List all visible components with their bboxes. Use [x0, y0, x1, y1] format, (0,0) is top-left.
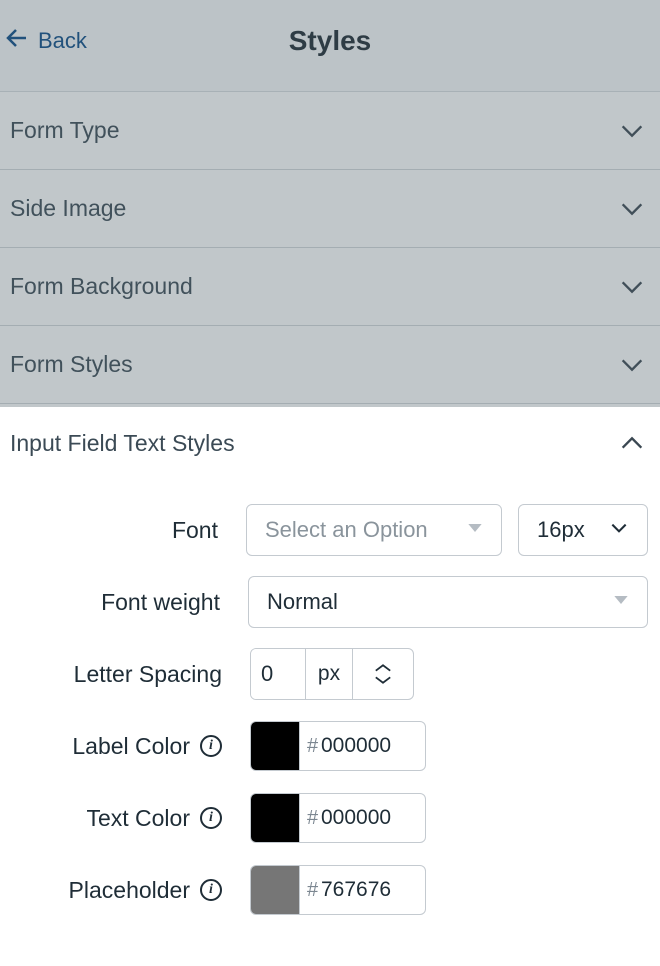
- accordion-label: Side Image: [10, 195, 126, 222]
- chevron-down-icon: [374, 675, 392, 685]
- chevron-up-icon: [618, 429, 646, 457]
- label-color-field: #: [250, 721, 426, 771]
- label-color-label: Label Color: [72, 733, 190, 760]
- row-placeholder: Placeholder i #: [0, 854, 648, 926]
- font-weight-select[interactable]: Normal: [248, 576, 648, 628]
- row-font: Font Select an Option 16px: [0, 494, 648, 566]
- arrow-left-icon: [4, 26, 28, 56]
- row-text-color: Text Color i #: [0, 782, 648, 854]
- unit-label: px: [305, 649, 353, 699]
- color-swatch[interactable]: [251, 866, 299, 914]
- caret-down-icon: [467, 520, 483, 541]
- accordion-form-styles[interactable]: Form Styles: [0, 326, 660, 404]
- hash-prefix: #: [299, 866, 319, 914]
- row-letter-spacing: Letter Spacing px: [0, 638, 648, 710]
- back-label: Back: [38, 28, 87, 54]
- font-weight-label: Font weight: [101, 589, 220, 616]
- chevron-down-icon: [618, 351, 646, 379]
- letter-spacing-label: Letter Spacing: [74, 661, 222, 688]
- chevron-down-icon: [618, 273, 646, 301]
- panel-header: Back Styles: [0, 0, 660, 92]
- hash-prefix: #: [299, 794, 319, 842]
- row-label-color: Label Color i #: [0, 710, 648, 782]
- letter-spacing-stepper: px: [250, 648, 414, 700]
- font-size-select[interactable]: 16px: [518, 504, 648, 556]
- accordion-side-image[interactable]: Side Image: [0, 170, 660, 248]
- font-family-select[interactable]: Select an Option: [246, 504, 502, 556]
- hash-prefix: #: [299, 722, 319, 770]
- info-icon[interactable]: i: [200, 807, 222, 829]
- accordion-label: Form Type: [10, 117, 120, 144]
- accordion-label: Form Styles: [10, 351, 133, 378]
- accordion-input-field-text-styles[interactable]: Input Field Text Styles: [0, 404, 660, 482]
- info-icon[interactable]: i: [200, 735, 222, 757]
- font-weight-value: Normal: [267, 589, 338, 615]
- caret-down-icon: [613, 592, 629, 613]
- accordion-form-type[interactable]: Form Type: [0, 92, 660, 170]
- info-icon[interactable]: i: [200, 879, 222, 901]
- chevron-down-icon: [609, 518, 629, 543]
- row-font-weight: Font weight Normal: [0, 566, 648, 638]
- accordion-label: Input Field Text Styles: [10, 430, 235, 457]
- text-color-hex-input[interactable]: [319, 794, 419, 842]
- back-button[interactable]: Back: [4, 26, 87, 56]
- select-placeholder: Select an Option: [265, 517, 428, 543]
- color-swatch[interactable]: [251, 722, 299, 770]
- chevron-down-icon: [618, 117, 646, 145]
- chevron-up-icon: [374, 663, 392, 673]
- placeholder-label: Placeholder: [69, 877, 190, 904]
- text-color-field: #: [250, 793, 426, 843]
- chevron-down-icon: [618, 195, 646, 223]
- font-size-value: 16px: [537, 517, 585, 543]
- label-color-hex-input[interactable]: [319, 722, 419, 770]
- placeholder-color-field: #: [250, 865, 426, 915]
- font-label: Font: [172, 517, 218, 544]
- text-color-label: Text Color: [86, 805, 190, 832]
- accordion-form-background[interactable]: Form Background: [0, 248, 660, 326]
- input-field-text-styles-panel: Font Select an Option 16px Font weight N…: [0, 482, 660, 966]
- letter-spacing-input[interactable]: [251, 649, 305, 699]
- accordion-label: Form Background: [10, 273, 193, 300]
- stepper-arrows[interactable]: [353, 649, 413, 699]
- placeholder-hex-input[interactable]: [319, 866, 419, 914]
- color-swatch[interactable]: [251, 794, 299, 842]
- page-title: Styles: [289, 25, 372, 57]
